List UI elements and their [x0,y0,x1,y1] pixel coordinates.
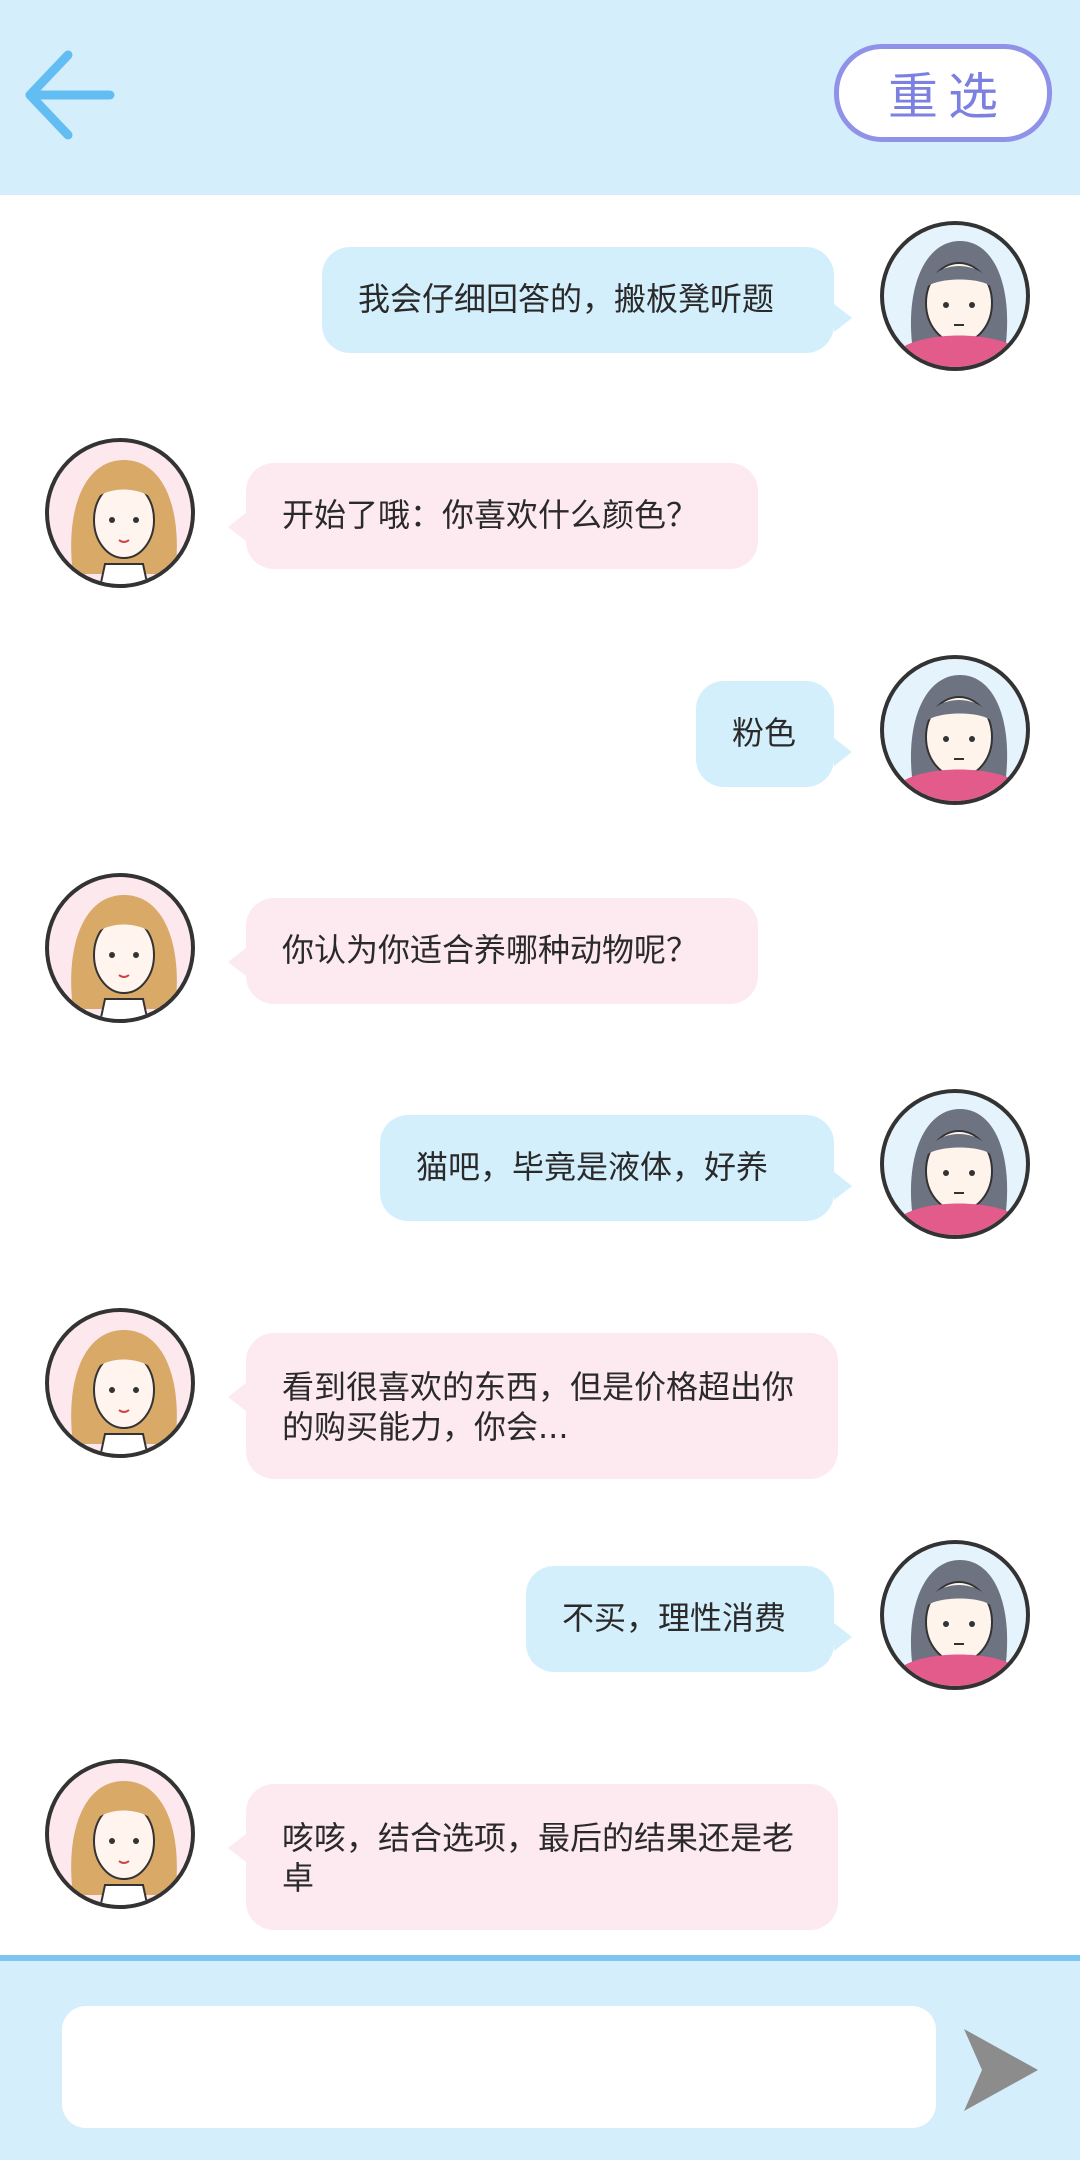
composer-bar [0,1955,1080,2160]
chat-area: 我会仔细回答的，搬板凳听题 开始了哦：你喜欢什么颜色？ 粉色 你认为你适合养哪种… [0,195,1080,1955]
user-avatar-icon [900,1109,1018,1235]
user-bubble: 猫吧，毕竟是液体，好养 [380,1115,852,1221]
host-bubble: 咳咳，结合选项，最后的结果还是老卓 [228,1784,838,1930]
user-avatar-icon [900,241,1018,367]
reselect-button[interactable]: 重选 [834,44,1052,142]
top-bar: 重选 [0,0,1080,195]
user-avatar [880,221,1030,371]
send-button[interactable] [960,2025,1040,2115]
host-avatar-icon [71,1781,177,1905]
message-input[interactable] [62,2006,936,2128]
host-avatar [45,438,195,588]
send-arrow-icon [964,2029,1038,2111]
user-avatar [880,1089,1030,1239]
user-bubble: 我会仔细回答的，搬板凳听题 [322,247,852,353]
user-avatar-icon [900,675,1018,801]
user-bubble: 粉色 [696,681,852,787]
user-avatar-icon [900,1560,1018,1686]
host-avatar [45,1759,195,1909]
host-avatar-icon [71,895,177,1019]
host-bubble: 看到很喜欢的东西，但是价格超出你的购买能力，你会... [228,1333,838,1479]
host-avatar [45,1308,195,1458]
host-avatar-icon [71,1330,177,1454]
host-avatar-icon [71,460,177,584]
left-arrow-icon [25,50,115,140]
user-bubble: 不买，理性消费 [526,1566,852,1672]
host-avatar [45,873,195,1023]
host-bubble: 开始了哦：你喜欢什么颜色？ [228,463,758,569]
user-avatar [880,655,1030,805]
back-button[interactable] [18,45,118,145]
user-avatar [880,1540,1030,1690]
host-bubble: 你认为你适合养哪种动物呢？ [228,898,758,1004]
